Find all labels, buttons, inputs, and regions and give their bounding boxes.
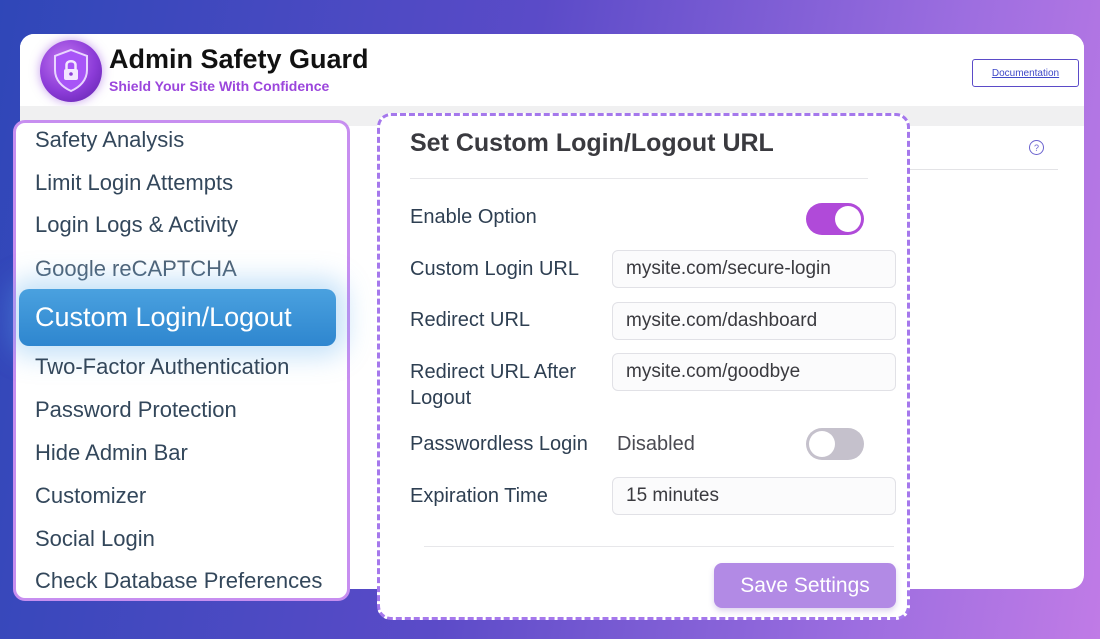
shield-lock-logo-icon — [40, 40, 102, 102]
sidebar-item-login-logs-activity[interactable]: Login Logs & Activity — [35, 212, 238, 238]
sidebar-item-social-login[interactable]: Social Login — [35, 526, 155, 552]
redirect-after-logout-label-line2: Logout — [410, 387, 472, 409]
panel-title-divider — [410, 178, 868, 179]
help-circle-icon[interactable]: ? — [1029, 140, 1044, 155]
sidebar-item-safety-analysis[interactable]: Safety Analysis — [35, 127, 184, 153]
sidebar-item-google-recaptcha[interactable]: Google reCAPTCHA — [35, 256, 237, 282]
custom-login-url-label: Custom Login URL — [410, 258, 579, 280]
sidebar-item-check-database-preferences[interactable]: Check Database Preferences — [35, 568, 322, 594]
sidebar-item-hide-admin-bar[interactable]: Hide Admin Bar — [35, 440, 188, 466]
enable-option-toggle[interactable] — [806, 203, 864, 235]
app-header: Admin Safety Guard Shield Your Site With… — [20, 34, 1084, 106]
sidebar-item-password-protection[interactable]: Password Protection — [35, 397, 237, 423]
toggle-knob — [835, 206, 861, 232]
sidebar-nav: Safety Analysis Limit Login Attempts Log… — [13, 120, 350, 601]
sidebar-item-custom-login-logout[interactable]: Custom Login/Logout — [19, 289, 336, 346]
panel-footer-divider — [424, 546, 894, 547]
expiration-time-label: Expiration Time — [410, 485, 548, 507]
documentation-button[interactable]: Documentation — [972, 59, 1079, 87]
custom-login-url-input[interactable]: mysite.com/secure-login — [612, 250, 896, 288]
content-divider — [910, 169, 1058, 170]
passwordless-login-toggle[interactable] — [806, 428, 864, 460]
redirect-url-input[interactable]: mysite.com/dashboard — [612, 302, 896, 340]
toggle-knob — [809, 431, 835, 457]
sidebar-item-two-factor-authentication[interactable]: Two-Factor Authentication — [35, 354, 289, 380]
enable-option-label: Enable Option — [410, 206, 537, 228]
settings-panel: Set Custom Login/Logout URL Enable Optio… — [377, 113, 910, 620]
redirect-after-logout-label-line1: Redirect URL After — [410, 361, 576, 383]
redirect-after-logout-input[interactable]: mysite.com/goodbye — [612, 353, 896, 391]
expiration-time-input[interactable]: 15 minutes — [612, 477, 896, 515]
redirect-url-label: Redirect URL — [410, 309, 531, 331]
app-title: Admin Safety Guard — [109, 44, 369, 74]
panel-title: Set Custom Login/Logout URL — [410, 129, 774, 157]
sidebar-item-customizer[interactable]: Customizer — [35, 483, 146, 509]
sidebar-item-limit-login-attempts[interactable]: Limit Login Attempts — [35, 170, 233, 196]
save-settings-button[interactable]: Save Settings — [714, 563, 896, 608]
app-tagline: Shield Your Site With Confidence — [109, 78, 330, 94]
passwordless-login-status: Disabled — [617, 433, 695, 455]
passwordless-login-label: Passwordless Login — [410, 433, 588, 455]
